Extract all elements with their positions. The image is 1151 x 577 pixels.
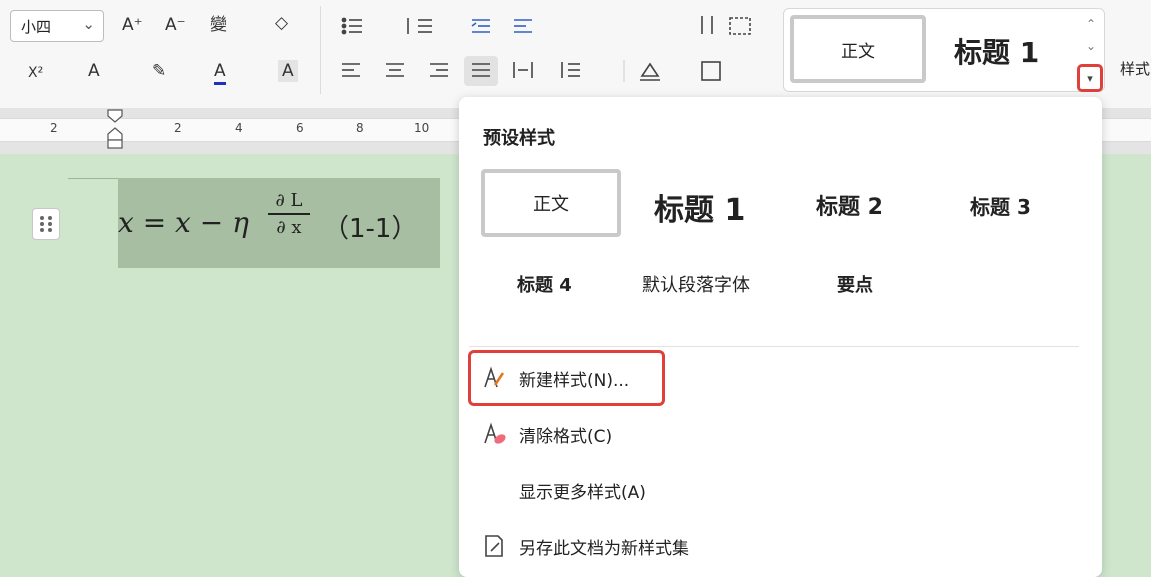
- new-style-icon: [484, 366, 505, 388]
- bullets-icon[interactable]: [341, 17, 362, 35]
- ribbon-toolbar: 小四 ⌄ A⁺ A⁻ 變 ◇ X² A ✎ A A 正文 标题 1 ⌃ ⌄ ▾ …: [0, 0, 1151, 109]
- numbering-icon[interactable]: [407, 18, 432, 34]
- equation-number: （1-1）: [323, 214, 418, 244]
- line-spacing-icon[interactable]: [561, 62, 580, 78]
- chevron-up-icon[interactable]: ⌃: [1086, 17, 1096, 31]
- decrease-indent-icon[interactable]: [471, 19, 490, 33]
- shrink-font-button[interactable]: A⁻: [165, 14, 186, 36]
- chevron-down-icon[interactable]: ⌄: [1086, 39, 1096, 53]
- indent-marker[interactable]: [106, 108, 124, 150]
- distribute-icon[interactable]: [513, 62, 533, 78]
- ruler-tick: 2: [50, 121, 58, 135]
- increase-indent-icon[interactable]: [514, 19, 532, 33]
- menu-item-label: 显示更多样式(A): [519, 482, 646, 503]
- equation-lhs: x = x − η: [118, 206, 249, 239]
- ruler-tick: 2: [174, 121, 182, 135]
- paragraph-tools-row2: [342, 56, 721, 86]
- menu-item-label: 新建样式(N)...: [519, 370, 630, 391]
- preset-key-point[interactable]: 要点: [837, 271, 873, 297]
- menu-item-label: 清除格式(C): [519, 426, 613, 447]
- preset-heading1[interactable]: 标题 1: [654, 185, 745, 229]
- style-gallery-more-button[interactable]: ▾: [1077, 64, 1103, 92]
- drag-handle-icon[interactable]: [32, 208, 60, 240]
- ruler-tick: 10: [414, 121, 430, 135]
- toolbar-divider: [320, 6, 321, 94]
- menu-item-save-style-set[interactable]: 另存此文档为新样式集: [481, 531, 689, 561]
- ruler-tick: 8: [356, 121, 364, 135]
- justify-button[interactable]: [464, 56, 498, 86]
- menu-item-label: 另存此文档为新样式集: [519, 538, 689, 559]
- font-color-button[interactable]: A: [214, 60, 226, 85]
- style-gallery: 正文 标题 1 ⌃ ⌄: [783, 8, 1105, 92]
- styles-dropdown: 预设样式 正文 标题 1 标题 2 标题 3 标题 4 默认段落字体 要点 新建…: [459, 97, 1102, 577]
- sort-icon[interactable]: [701, 16, 713, 34]
- style-heading1-tile[interactable]: 标题 1: [954, 31, 1039, 71]
- equation-block[interactable]: x = x − η ∂ L ∂ x （1-1）: [118, 178, 440, 268]
- text-effects-button[interactable]: A: [88, 60, 100, 82]
- align-left-icon[interactable]: [342, 63, 360, 77]
- grow-font-button[interactable]: A⁺: [122, 14, 143, 36]
- menu-item-clear-format[interactable]: 清除格式(C): [481, 419, 612, 449]
- preset-normal[interactable]: 正文: [481, 169, 621, 237]
- preset-default-paragraph-font[interactable]: 默认段落字体: [642, 271, 750, 297]
- blank-icon: [481, 477, 507, 503]
- expand-icon: ▾: [1087, 71, 1093, 85]
- menu-divider: [469, 346, 1079, 347]
- font-size-select[interactable]: 小四 ⌄: [10, 10, 104, 42]
- align-right-icon[interactable]: [430, 63, 448, 77]
- superscript-button[interactable]: X²: [28, 62, 43, 84]
- clear-format-button[interactable]: ◇: [275, 12, 288, 34]
- borders-icon[interactable]: [701, 61, 721, 81]
- menu-item-show-more-styles[interactable]: 显示更多样式(A): [481, 475, 646, 505]
- paragraph-tools-row1: [341, 16, 751, 35]
- chevron-down-icon: ⌄: [82, 15, 95, 33]
- dropdown-title: 预设样式: [483, 128, 555, 149]
- highlight-button[interactable]: ✎: [152, 60, 166, 82]
- styles-label: 样式: [1120, 60, 1151, 78]
- fraction-bar: [268, 213, 310, 215]
- margin-guide: [68, 178, 118, 179]
- fraction-denominator: ∂ x: [276, 216, 302, 238]
- ruler-tick: 6: [296, 121, 304, 135]
- equation-fraction: ∂ L ∂ x: [268, 190, 310, 238]
- char-shading-button[interactable]: A: [278, 60, 298, 82]
- align-center-icon[interactable]: [386, 63, 404, 77]
- preset-heading4[interactable]: 标题 4: [517, 271, 572, 297]
- style-normal-tile[interactable]: 正文: [790, 15, 926, 83]
- show-marks-icon[interactable]: [729, 17, 751, 35]
- clear-format-icon: [484, 422, 506, 444]
- save-style-set-icon: [485, 535, 503, 557]
- ruler-tick: 4: [235, 121, 243, 135]
- phonetic-guide-button[interactable]: 變: [210, 14, 227, 36]
- shading-icon[interactable]: [640, 62, 660, 81]
- preset-heading2[interactable]: 标题 2: [816, 189, 883, 221]
- fraction-numerator: ∂ L: [275, 190, 303, 211]
- font-size-value: 小四: [21, 18, 52, 36]
- preset-heading3[interactable]: 标题 3: [970, 191, 1031, 220]
- menu-item-new-style[interactable]: 新建样式(N)...: [481, 363, 629, 393]
